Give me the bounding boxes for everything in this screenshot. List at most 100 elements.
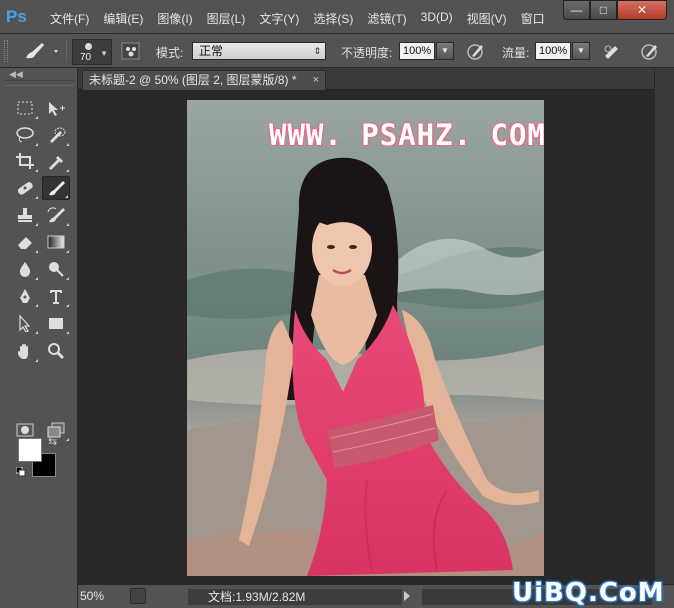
brush-preset-picker[interactable]: 70 ▼ — [72, 39, 112, 65]
flow-input[interactable]: 100% — [535, 42, 571, 60]
zoom-level[interactable]: 50% — [80, 589, 104, 603]
default-colors-icon[interactable] — [15, 466, 26, 477]
path-selection-tool[interactable] — [11, 311, 39, 335]
mode-label: 模式: — [156, 46, 184, 60]
document-tab-title: 未标题-2 @ 50% (图层 2, 图层蒙版/8) * — [89, 73, 297, 87]
airbrush-toggle[interactable] — [600, 40, 624, 62]
vertical-scrollbar[interactable] — [654, 68, 674, 584]
move-icon — [49, 102, 65, 116]
pressure-opacity-toggle[interactable] — [464, 40, 488, 62]
menu-filter[interactable]: 滤镜(T) — [367, 10, 406, 27]
main-menu: 文件(F) 编辑(E) 图像(I) 图层(L) 文字(Y) 选择(S) 滤镜(T… — [50, 10, 559, 27]
menu-edit[interactable]: 编辑(E) — [103, 10, 143, 27]
blend-mode-select[interactable]: 正常 ⇕ — [192, 42, 326, 60]
options-bar: 70 ▼ 模式: 正常 ⇕ 不透明度: 100% ▼ 流量: 100% ▼ — [0, 34, 674, 68]
quick-selection-tool[interactable] — [42, 123, 70, 147]
image-watermark-text: WWW. PSAHZ. COM — [269, 118, 544, 152]
crop-icon — [16, 153, 34, 169]
rect-marquee-icon — [17, 101, 33, 115]
brush-tip-icon — [85, 43, 92, 50]
pressure-size-toggle[interactable] — [638, 40, 662, 62]
shape-tool[interactable] — [42, 311, 70, 335]
opacity-slider-button[interactable]: ▼ — [436, 42, 454, 60]
healing-brush-tool[interactable] — [11, 176, 39, 200]
opacity-input[interactable]: 100% — [399, 42, 435, 60]
clone-stamp-tool[interactable] — [11, 203, 39, 227]
foreground-color-swatch[interactable] — [18, 438, 42, 462]
status-menu-arrow-icon[interactable] — [404, 591, 410, 601]
pen-icon — [20, 289, 30, 303]
tool-preset-picker[interactable] — [18, 40, 64, 62]
eraser-icon — [18, 237, 32, 249]
menu-bar: Ps 文件(F) 编辑(E) 图像(I) 图层(L) 文字(Y) 选择(S) 滤… — [0, 0, 674, 34]
beach-photo — [187, 100, 544, 576]
move-tool[interactable] — [42, 96, 70, 120]
pen-pressure-size-icon — [641, 44, 657, 60]
eyedropper-icon — [49, 156, 63, 170]
quick-selection-icon — [50, 127, 66, 143]
rectangle-icon — [49, 318, 63, 329]
brush-size: 70 — [80, 52, 92, 63]
image-canvas[interactable]: WWW. PSAHZ. COM — [187, 100, 544, 576]
screen-mode-icon — [47, 422, 65, 438]
magnifier-icon — [48, 343, 65, 360]
menu-file[interactable]: 文件(F) — [50, 10, 89, 27]
bandage-icon — [17, 182, 33, 195]
hand-icon — [18, 344, 28, 359]
crop-tool[interactable] — [11, 149, 39, 173]
marquee-tool[interactable] — [11, 96, 39, 120]
menu-layer[interactable]: 图层(L) — [207, 10, 246, 27]
menu-image[interactable]: 图像(I) — [157, 10, 192, 27]
minimize-button[interactable]: — — [563, 0, 590, 20]
pen-tool[interactable] — [11, 284, 39, 308]
hand-tool[interactable] — [11, 339, 39, 363]
panel-grip[interactable] — [4, 80, 74, 86]
document-info: 文档:1.93M/2.82M — [188, 589, 402, 605]
document-tab[interactable]: 未标题-2 @ 50% (图层 2, 图层蒙版/8) * × — [82, 70, 326, 90]
brush-panel-toggle[interactable] — [120, 40, 142, 62]
history-brush-icon — [47, 207, 65, 223]
site-watermark: UiBQ.CoM — [512, 578, 665, 608]
maximize-button[interactable]: □ — [590, 0, 617, 20]
chevron-down-icon: ▼ — [100, 49, 108, 58]
brush-icon — [49, 181, 65, 196]
tools-panel: ◀◀ ⇆ — [0, 68, 78, 608]
menu-view[interactable]: 视图(V) — [467, 10, 507, 27]
history-brush-tool[interactable] — [42, 203, 70, 227]
separator — [66, 40, 67, 62]
airbrush-icon — [604, 45, 618, 59]
zoom-tool[interactable] — [42, 339, 70, 363]
menu-3d[interactable]: 3D(D) — [421, 10, 453, 27]
blur-tool[interactable] — [11, 257, 39, 281]
drop-icon — [19, 262, 31, 277]
brush-panel-icon — [121, 42, 140, 60]
path-selection-icon — [19, 314, 31, 332]
eyedropper-tool[interactable] — [42, 149, 70, 173]
close-tab-icon[interactable]: × — [313, 71, 319, 89]
blend-mode-value: 正常 — [199, 44, 224, 58]
menu-type[interactable]: 文字(Y) — [259, 10, 299, 27]
status-icon[interactable] — [130, 588, 146, 604]
stamp-icon — [18, 208, 32, 222]
menu-window[interactable]: 窗口 — [521, 10, 545, 27]
brush-icon — [26, 43, 58, 59]
menu-select[interactable]: 选择(S) — [313, 10, 353, 27]
flow-slider-button[interactable]: ▼ — [572, 42, 590, 60]
pen-pressure-icon — [467, 44, 483, 60]
lasso-tool[interactable] — [11, 123, 39, 147]
quick-mask-icon — [16, 423, 34, 437]
type-tool[interactable] — [42, 284, 70, 308]
opacity-label: 不透明度: — [341, 46, 393, 60]
dodge-tool[interactable] — [42, 257, 70, 281]
brush-tool[interactable] — [42, 176, 70, 200]
flow-label: 流量: — [502, 46, 530, 60]
options-grip[interactable] — [4, 40, 8, 62]
type-icon — [50, 290, 62, 304]
updown-icon: ⇕ — [313, 46, 321, 56]
dodge-icon — [49, 262, 64, 277]
gradient-tool[interactable] — [42, 230, 70, 254]
screen-mode-button[interactable] — [42, 418, 70, 442]
eraser-tool[interactable] — [11, 230, 39, 254]
close-button[interactable]: ✕ — [617, 0, 667, 20]
collapse-panel-icon[interactable]: ◀◀ — [9, 69, 23, 80]
